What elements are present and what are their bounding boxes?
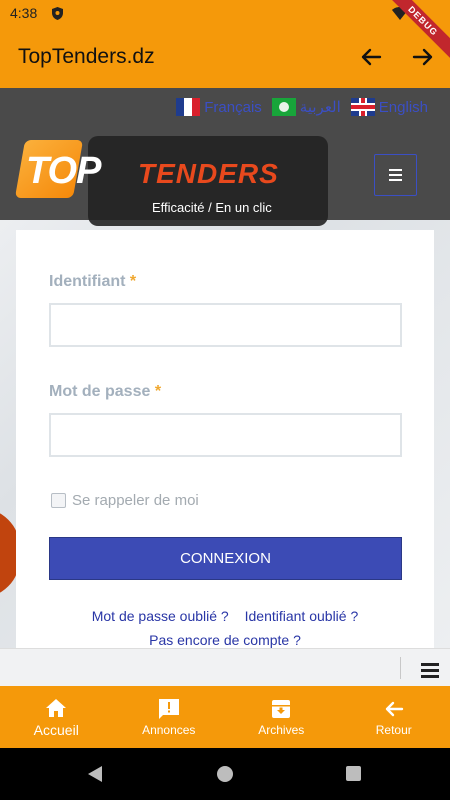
system-recents-icon[interactable] — [346, 766, 361, 781]
status-bar: 4:38 — [0, 0, 450, 26]
system-navigation-bar — [0, 748, 450, 800]
arrow-forward-icon[interactable] — [408, 42, 438, 72]
required-mark: * — [129, 273, 137, 290]
archive-icon — [272, 700, 291, 718]
password-input[interactable] — [49, 413, 402, 457]
signup-links: Pas encore de compte ? — [16, 632, 434, 648]
lang-english-label: English — [378, 98, 428, 116]
wifi-icon — [392, 7, 408, 20]
tagline: Efficacité / En un clic — [152, 200, 272, 215]
no-account-link[interactable]: Pas encore de compte ? — [149, 632, 301, 648]
recovery-links: Mot de passe oublié ? Identifiant oublié… — [16, 608, 434, 624]
forgot-password-link[interactable]: Mot de passe oublié ? — [92, 608, 229, 624]
nav-retour[interactable]: Retour — [338, 686, 450, 748]
password-label: Mot de passe * — [49, 383, 161, 401]
shield-icon — [52, 7, 63, 20]
menu-icon[interactable] — [421, 663, 439, 678]
menu-bar — [389, 179, 402, 181]
language-selector: Français العربية English — [176, 98, 428, 116]
remember-me[interactable]: Se rappeler de moi — [51, 492, 199, 509]
flag-uk-icon — [350, 98, 375, 116]
system-back-icon[interactable] — [86, 765, 104, 783]
system-home-icon[interactable] — [217, 766, 233, 782]
username-label: Identifiant * — [49, 273, 136, 291]
flag-algeria-icon — [271, 98, 296, 116]
nav-annonces-label: Annonces — [142, 723, 196, 737]
nav-accueil[interactable]: Accueil — [0, 686, 113, 748]
nav-accueil-label: Accueil — [33, 722, 79, 738]
nav-annonces[interactable]: Annonces — [113, 686, 226, 748]
status-time: 4:38 — [10, 5, 38, 21]
logo-tenders-text: TENDERS — [138, 158, 279, 189]
login-card: Identifiant * Mot de passe * Se rappeler… — [16, 230, 434, 650]
hamburger-menu-button[interactable] — [374, 154, 417, 196]
home-icon — [46, 699, 67, 717]
logo-top-text: TOP — [26, 150, 101, 192]
menu-bar — [389, 169, 402, 171]
site-header: Français العربية English TOP TENDERS Eff… — [0, 88, 450, 226]
password-label-text: Mot de passe — [49, 383, 151, 400]
webview: Français العربية English TOP TENDERS Eff… — [0, 88, 450, 686]
arrow-back-icon[interactable] — [356, 42, 386, 72]
nav-archives[interactable]: Archives — [225, 686, 338, 748]
flag-france-icon — [176, 98, 201, 116]
forgot-username-link[interactable]: Identifiant oublié ? — [245, 608, 359, 624]
lang-arabic-label: العربية — [299, 99, 341, 116]
lang-french[interactable]: Français — [176, 98, 262, 116]
nav-retour-label: Retour — [375, 723, 412, 737]
menu-bar — [389, 174, 402, 176]
username-label-text: Identifiant — [49, 273, 126, 290]
login-button[interactable]: CONNEXION — [49, 537, 402, 580]
divider — [400, 657, 401, 679]
username-input[interactable] — [49, 303, 402, 347]
announcement-icon — [158, 699, 179, 719]
site-bottom-strip — [0, 648, 450, 686]
remember-me-checkbox[interactable] — [51, 493, 66, 508]
bottom-navigation: Accueil Annonces Archives Retour — [0, 686, 450, 748]
nav-archives-label: Archives — [258, 723, 305, 737]
lang-arabic[interactable]: العربية — [271, 98, 341, 116]
remember-me-label: Se rappeler de moi — [72, 492, 199, 509]
site-logo[interactable]: TOP TENDERS — [14, 136, 280, 208]
app-title: TopTenders.dz — [18, 45, 155, 68]
lang-english[interactable]: English — [350, 98, 428, 116]
lang-french-label: Français — [204, 98, 262, 116]
arrow-back-icon — [385, 701, 403, 717]
required-mark: * — [154, 383, 162, 400]
app-bar: TopTenders.dz — [0, 26, 450, 88]
